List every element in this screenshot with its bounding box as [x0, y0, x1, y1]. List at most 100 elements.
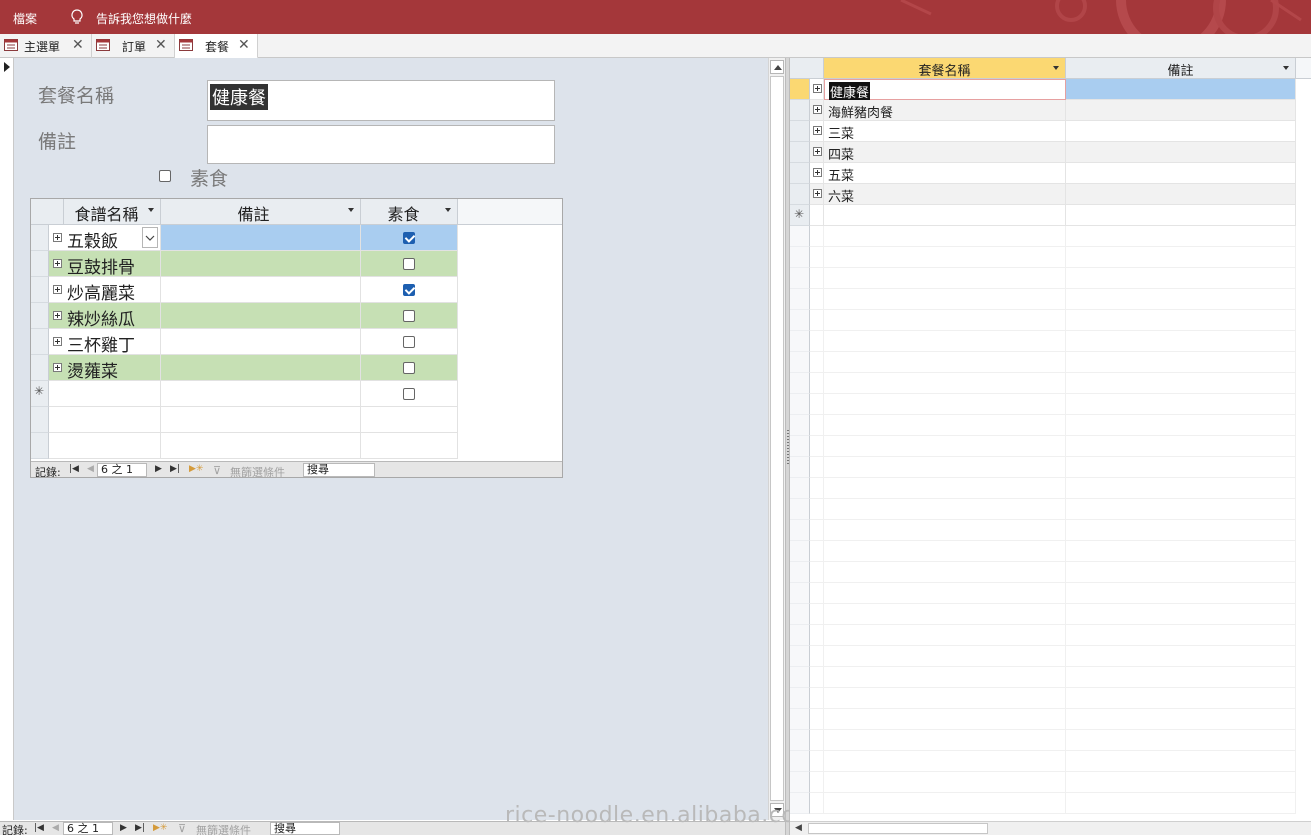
- scroll-up-icon[interactable]: [770, 60, 784, 74]
- recipe-name-cell[interactable]: 五穀飯: [49, 225, 161, 252]
- row-selector[interactable]: [790, 163, 810, 184]
- search-field[interactable]: 搜尋: [303, 463, 375, 477]
- row-selector[interactable]: [790, 184, 810, 205]
- row-selector[interactable]: [31, 355, 49, 381]
- last-record-button[interactable]: ▶|: [170, 464, 180, 474]
- new-record-button[interactable]: ▶✳: [189, 464, 203, 474]
- close-icon[interactable]: ✕: [72, 37, 84, 53]
- close-icon[interactable]: ✕: [238, 37, 250, 53]
- form-record-selector[interactable]: [0, 58, 14, 820]
- datasheet-horizontal-scrollbar[interactable]: ◀: [790, 821, 1311, 835]
- expand-plus-icon[interactable]: [53, 311, 62, 320]
- set-meal-name-cell[interactable]: [824, 205, 1066, 226]
- recipe-name-cell[interactable]: 炒高麗菜: [49, 277, 161, 304]
- vegetarian-checkbox[interactable]: [403, 310, 415, 322]
- expand-plus-icon[interactable]: [813, 126, 822, 135]
- note-cell[interactable]: [1066, 184, 1296, 205]
- row-selector[interactable]: [790, 121, 810, 142]
- row-selector[interactable]: ✳: [790, 205, 810, 226]
- set-meal-name-cell[interactable]: 健康餐: [824, 79, 1066, 101]
- header-note[interactable]: 備註: [1066, 58, 1296, 79]
- row-selector[interactable]: [790, 142, 810, 163]
- note-cell[interactable]: [1066, 142, 1296, 163]
- note-cell[interactable]: [161, 277, 361, 303]
- note-cell[interactable]: [161, 355, 361, 381]
- file-menu[interactable]: 檔案: [13, 10, 37, 27]
- note-cell[interactable]: [1066, 100, 1296, 121]
- dropdown-arrow-icon[interactable]: [148, 208, 154, 212]
- expand-plus-icon[interactable]: [53, 337, 62, 346]
- record-position-field[interactable]: 6 之 1: [97, 463, 147, 477]
- new-record-row[interactable]: ✳: [790, 205, 1311, 226]
- select-all-corner[interactable]: [31, 199, 64, 225]
- expand-cell[interactable]: [810, 163, 824, 184]
- row-selector[interactable]: [31, 277, 49, 303]
- expand-plus-icon[interactable]: [813, 189, 822, 198]
- set-meal-name-cell[interactable]: 六菜: [824, 184, 1066, 205]
- table-row[interactable]: 五穀飯: [31, 225, 459, 252]
- tab-main-menu[interactable]: 主選單 ✕: [0, 34, 92, 58]
- table-row[interactable]: 六菜: [790, 184, 1311, 205]
- no-filter-button[interactable]: 無篩選條件: [230, 464, 285, 477]
- expand-cell[interactable]: [810, 100, 824, 121]
- set-meal-name-cell[interactable]: 四菜: [824, 142, 1066, 163]
- table-row[interactable]: 四菜: [790, 142, 1311, 163]
- close-icon[interactable]: ✕: [155, 37, 167, 53]
- set-meal-name-field[interactable]: 健康餐: [207, 80, 555, 121]
- note-cell[interactable]: [161, 381, 361, 407]
- first-record-button[interactable]: |◀: [34, 823, 44, 833]
- header-recipe-name[interactable]: 食譜名稱: [64, 199, 161, 225]
- expand-plus-icon[interactable]: [53, 259, 62, 268]
- set-meal-name-cell[interactable]: 海鮮豬肉餐: [824, 100, 1066, 121]
- table-row[interactable]: 五菜: [790, 163, 1311, 184]
- no-filter-button[interactable]: 無篩選條件: [196, 822, 251, 835]
- first-record-button[interactable]: |◀: [69, 464, 79, 474]
- combo-dropdown-button[interactable]: [142, 227, 158, 248]
- last-record-button[interactable]: ▶|: [135, 823, 145, 833]
- vegetarian-checkbox[interactable]: [159, 170, 171, 182]
- row-selector[interactable]: [31, 329, 49, 355]
- recipe-name-cell[interactable]: 辣炒絲瓜: [49, 303, 161, 330]
- dropdown-arrow-icon[interactable]: [348, 208, 354, 212]
- expand-plus-icon[interactable]: [813, 147, 822, 156]
- recipe-name-cell[interactable]: [49, 381, 161, 407]
- dropdown-arrow-icon[interactable]: [1053, 66, 1059, 70]
- next-record-button[interactable]: ▶: [120, 823, 127, 833]
- expand-plus-icon[interactable]: [813, 105, 822, 114]
- tab-orders[interactable]: 訂單 ✕: [92, 34, 175, 58]
- note-cell[interactable]: [1066, 121, 1296, 142]
- table-row[interactable]: 燙蕹菜: [31, 355, 459, 382]
- table-row[interactable]: 三菜: [790, 121, 1311, 142]
- note-cell[interactable]: [161, 225, 361, 251]
- vegetarian-checkbox[interactable]: [403, 258, 415, 270]
- expand-cell[interactable]: [810, 184, 824, 205]
- recipe-name-cell[interactable]: 三杯雞丁: [49, 329, 161, 356]
- dropdown-arrow-icon[interactable]: [445, 208, 451, 212]
- set-meal-name-cell[interactable]: 五菜: [824, 163, 1066, 184]
- search-field[interactable]: 搜尋: [270, 822, 340, 835]
- new-record-button[interactable]: ▶✳: [153, 823, 167, 833]
- note-cell[interactable]: [1066, 79, 1296, 100]
- expand-cell[interactable]: [810, 121, 824, 142]
- table-row[interactable]: 海鮮豬肉餐: [790, 100, 1311, 121]
- record-position-field[interactable]: 6 之 1: [63, 822, 113, 835]
- recipe-name-cell[interactable]: 燙蕹菜: [49, 355, 161, 382]
- vegetarian-checkbox[interactable]: [403, 284, 415, 296]
- vegetarian-checkbox[interactable]: [403, 388, 415, 400]
- previous-record-button[interactable]: ◀: [52, 823, 59, 833]
- next-record-button[interactable]: ▶: [155, 464, 162, 474]
- expand-plus-icon[interactable]: [813, 84, 822, 93]
- set-meal-name-cell[interactable]: 三菜: [824, 121, 1066, 142]
- note-cell[interactable]: [161, 251, 361, 277]
- row-selector[interactable]: [31, 225, 49, 251]
- header-set-meal-name[interactable]: 套餐名稱: [824, 58, 1066, 79]
- note-field[interactable]: [207, 125, 555, 164]
- previous-record-button[interactable]: ◀: [87, 464, 94, 474]
- expand-plus-icon[interactable]: [53, 233, 62, 242]
- row-selector[interactable]: [790, 79, 810, 100]
- scroll-thumb[interactable]: [770, 76, 784, 801]
- vegetarian-checkbox[interactable]: [403, 362, 415, 374]
- vegetarian-checkbox[interactable]: [403, 232, 415, 244]
- row-selector[interactable]: [31, 303, 49, 329]
- note-cell[interactable]: [1066, 205, 1296, 226]
